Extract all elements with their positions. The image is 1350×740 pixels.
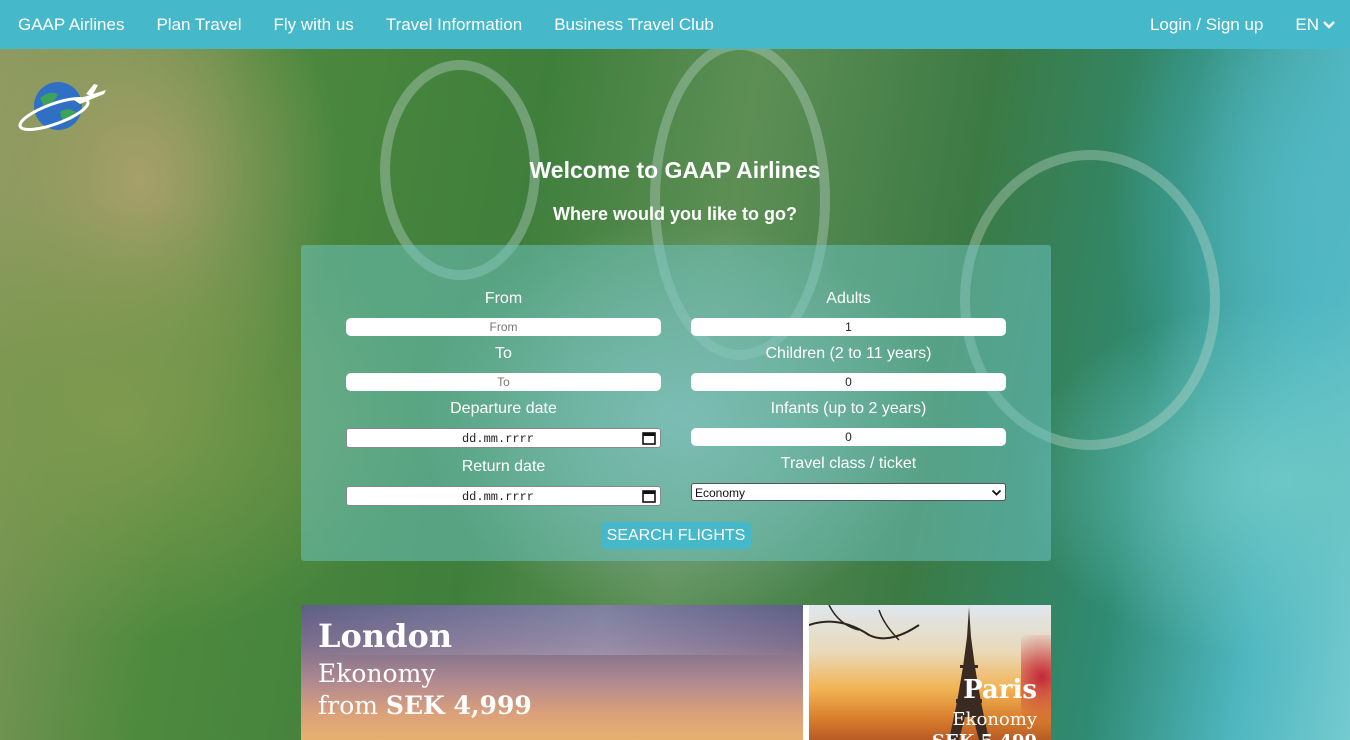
departure-date-input[interactable]: dd.mm.rrrr — [346, 428, 661, 448]
travel-class-value: Economy — [695, 486, 746, 500]
promo-price: SEK 5,499 — [932, 731, 1037, 740]
nav-fly-with-us[interactable]: Fly with us — [274, 15, 354, 35]
tree-branches-decoration — [809, 605, 920, 641]
children-input[interactable]: 0 — [691, 373, 1006, 391]
nav-plan-travel[interactable]: Plan Travel — [156, 15, 241, 35]
chevron-down-icon — [991, 489, 1002, 496]
nav-left-group: GAAP Airlines Plan Travel Fly with us Tr… — [18, 15, 746, 35]
search-flights-button[interactable]: SEARCH FLIGHTS — [601, 522, 751, 549]
adults-input[interactable]: 1 — [691, 318, 1006, 336]
return-date-input[interactable]: dd.mm.rrrr — [346, 486, 661, 506]
nav-business-travel-club[interactable]: Business Travel Club — [554, 15, 714, 35]
return-date-label: Return date — [461, 458, 546, 475]
to-input[interactable]: To — [346, 373, 661, 391]
calendar-icon[interactable] — [642, 431, 656, 445]
calendar-icon[interactable] — [642, 489, 656, 503]
departure-date-label: Departure date — [450, 400, 557, 417]
promo-card-paris[interactable]: Paris Ekonomy SEK 5,499 — [809, 605, 1051, 740]
promo-class: Ekonomy — [318, 659, 436, 688]
language-selector[interactable]: EN — [1295, 15, 1336, 35]
airline-logo-icon — [18, 82, 106, 131]
brand-link[interactable]: GAAP Airlines — [18, 15, 124, 35]
travel-class-label: Travel class / ticket — [780, 455, 917, 472]
promo-city: London — [318, 617, 453, 655]
from-label: From — [484, 290, 523, 307]
login-signup-link[interactable]: Login / Sign up — [1150, 15, 1263, 35]
nav-travel-information[interactable]: Travel Information — [386, 15, 522, 35]
nav-right-group: Login / Sign up EN — [1150, 15, 1336, 35]
return-date-placeholder: dd.mm.rrrr — [461, 490, 534, 504]
children-label: Children (2 to 11 years) — [765, 345, 932, 362]
infants-input[interactable]: 0 — [691, 428, 1006, 446]
promo-class: Ekonomy — [952, 709, 1037, 730]
promo-price-prefix: from — [318, 691, 378, 720]
promo-city: Paris — [963, 675, 1037, 705]
to-label: To — [495, 345, 512, 362]
promo-card-london[interactable]: London Ekonomy from SEK 4,999 — [301, 605, 803, 740]
chevron-down-icon — [1323, 21, 1335, 29]
infants-label: Infants (up to 2 years) — [770, 400, 927, 417]
adults-label: Adults — [826, 290, 871, 307]
from-input[interactable]: From — [346, 318, 661, 336]
hero-title: Welcome to GAAP Airlines — [529, 157, 821, 183]
promo-price-line: from SEK 4,999 — [318, 691, 532, 720]
language-label[interactable]: EN — [1295, 15, 1319, 35]
top-navigation: GAAP Airlines Plan Travel Fly with us Tr… — [0, 0, 1350, 49]
departure-date-placeholder: dd.mm.rrrr — [461, 432, 534, 446]
travel-class-select[interactable]: Economy — [691, 483, 1006, 501]
promo-price: SEK 4,999 — [385, 691, 532, 720]
hero-subtitle: Where would you like to go? — [552, 204, 797, 224]
